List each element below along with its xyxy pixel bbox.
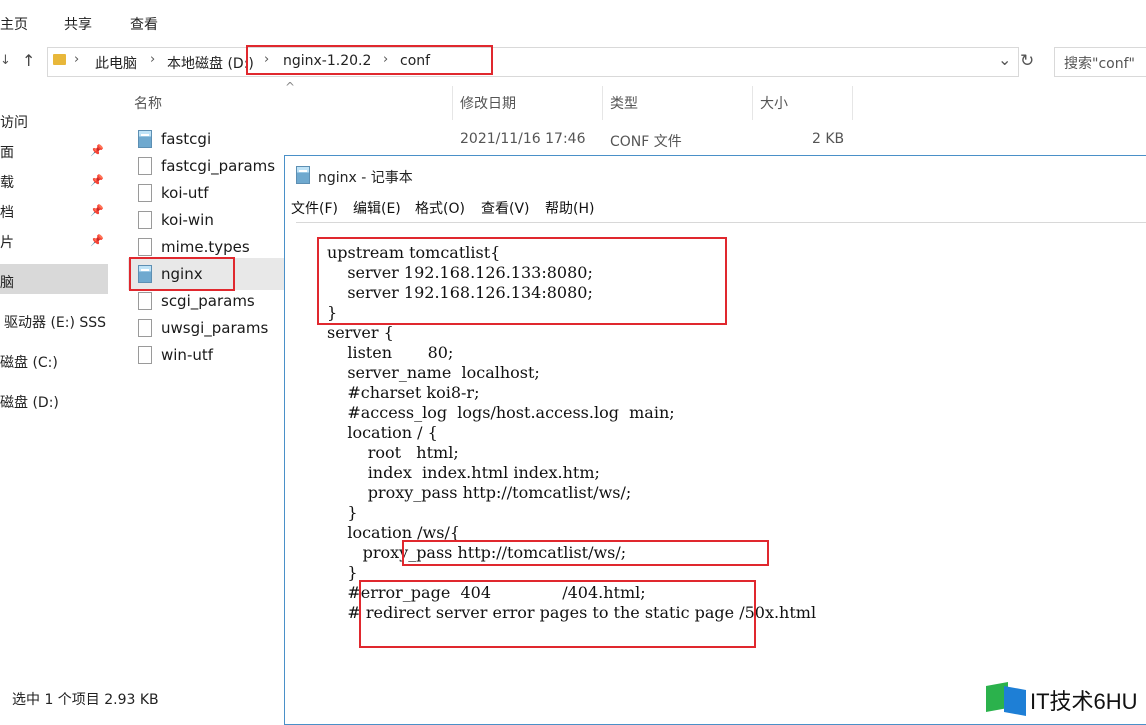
file-icon bbox=[138, 238, 152, 256]
nav-item-this-pc[interactable]: 脑 bbox=[0, 272, 14, 292]
chevron-right-icon: › bbox=[74, 52, 80, 67]
watermark-logo-icon bbox=[1004, 686, 1026, 716]
file-icon bbox=[138, 184, 152, 202]
nav-item-drive-d[interactable]: 磁盘 (D:) bbox=[0, 392, 59, 412]
nav-selected-highlight bbox=[0, 264, 108, 294]
column-header-name[interactable]: 名称 bbox=[134, 93, 162, 113]
column-header-size[interactable]: 大小 bbox=[760, 93, 788, 113]
menu-file[interactable]: 文件(F) bbox=[291, 198, 338, 218]
column-header-type[interactable]: 类型 bbox=[610, 93, 638, 113]
watermark-text: IT技术6HU bbox=[1030, 689, 1138, 714]
annotation-box-nginx bbox=[129, 257, 235, 291]
file-name[interactable]: koi-utf bbox=[161, 184, 209, 202]
file-icon bbox=[138, 319, 152, 337]
code-line: #access_log logs/host.access.log main; bbox=[327, 403, 675, 422]
code-line: server { bbox=[327, 323, 394, 342]
file-name[interactable]: uwsgi_params bbox=[161, 319, 268, 337]
code-line: root html; bbox=[327, 443, 459, 462]
code-line: server_name localhost; bbox=[327, 363, 540, 382]
file-icon bbox=[138, 157, 152, 175]
tab-share[interactable]: 共享 bbox=[64, 14, 92, 34]
pin-icon[interactable]: 📌 bbox=[90, 144, 104, 157]
file-name[interactable]: fastcgi bbox=[161, 130, 211, 148]
nav-item-documents[interactable]: 档 bbox=[0, 202, 14, 222]
sort-ascending-icon: ^ bbox=[285, 80, 296, 94]
code-line: #charset koi8-r; bbox=[327, 383, 480, 402]
dropdown-icon[interactable]: ⌄ bbox=[998, 50, 1011, 69]
menu-edit[interactable]: 编辑(E) bbox=[353, 198, 401, 218]
column-header-date[interactable]: 修改日期 bbox=[460, 93, 516, 113]
code-line: index index.html index.htm; bbox=[327, 463, 600, 482]
chevron-right-icon: › bbox=[150, 52, 156, 67]
search-input[interactable]: 搜索"conf" bbox=[1064, 53, 1135, 73]
notepad-app-icon bbox=[296, 166, 310, 184]
tab-view[interactable]: 查看 bbox=[130, 14, 158, 34]
pin-icon[interactable]: 📌 bbox=[90, 174, 104, 187]
file-icon bbox=[138, 292, 152, 310]
column-divider[interactable] bbox=[452, 86, 453, 120]
annotation-box-upstream bbox=[317, 237, 727, 325]
column-divider[interactable] bbox=[752, 86, 753, 120]
notepad-title: nginx - 记事本 bbox=[318, 170, 413, 186]
nav-item-drive-c[interactable]: 磁盘 (C:) bbox=[0, 352, 58, 372]
up-arrow-icon[interactable]: ↑ bbox=[22, 51, 35, 70]
breadcrumb-local-disk-d[interactable]: 本地磁盘 (D:) bbox=[167, 53, 254, 73]
menu-help[interactable]: 帮助(H) bbox=[545, 198, 594, 218]
nav-item-pictures[interactable]: 片 bbox=[0, 232, 14, 252]
file-icon bbox=[138, 346, 152, 364]
nav-item-quick-access[interactable]: 访问 bbox=[0, 112, 28, 132]
pin-icon[interactable]: 📌 bbox=[90, 234, 104, 247]
notepad-file-icon bbox=[138, 130, 152, 148]
folder-icon bbox=[53, 54, 66, 65]
annotation-box-path bbox=[246, 45, 493, 75]
file-name[interactable]: koi-win bbox=[161, 211, 214, 229]
file-name[interactable]: scgi_params bbox=[161, 292, 255, 310]
ribbon bbox=[0, 0, 1146, 44]
file-size: 2 KB bbox=[812, 131, 845, 147]
file-name[interactable]: fastcgi_params bbox=[161, 157, 275, 175]
recent-locations-icon[interactable]: ↓ bbox=[0, 53, 11, 68]
breadcrumb-this-pc[interactable]: 此电脑 bbox=[95, 53, 137, 73]
file-name[interactable]: mime.types bbox=[161, 238, 250, 256]
annotation-box-proxy-pass bbox=[402, 540, 769, 566]
code-line: listen 80; bbox=[327, 343, 454, 362]
status-bar-text: 选中 1 个项目 2.93 KB bbox=[12, 692, 159, 708]
file-name[interactable]: win-utf bbox=[161, 346, 213, 364]
file-icon bbox=[138, 211, 152, 229]
column-divider[interactable] bbox=[602, 86, 603, 120]
file-date: 2021/11/16 17:46 bbox=[460, 131, 586, 147]
code-line: proxy_pass http://tomcatlist/ws/; bbox=[327, 483, 632, 502]
pin-icon[interactable]: 📌 bbox=[90, 204, 104, 217]
column-divider[interactable] bbox=[852, 86, 853, 120]
code-line: location / { bbox=[327, 423, 438, 442]
nav-item-drive-e[interactable]: 驱动器 (E:) SSS bbox=[4, 312, 106, 332]
annotation-box-location-ws bbox=[359, 580, 756, 648]
refresh-icon[interactable]: ↻ bbox=[1020, 51, 1034, 71]
menu-view[interactable]: 查看(V) bbox=[481, 198, 530, 218]
nav-item-downloads[interactable]: 载 bbox=[0, 172, 14, 192]
tab-home[interactable]: 主页 bbox=[0, 14, 28, 34]
code-line: } bbox=[327, 503, 358, 522]
file-type: CONF 文件 bbox=[610, 134, 682, 150]
menu-format[interactable]: 格式(O) bbox=[415, 198, 465, 218]
nav-item-desktop[interactable]: 面 bbox=[0, 142, 14, 162]
